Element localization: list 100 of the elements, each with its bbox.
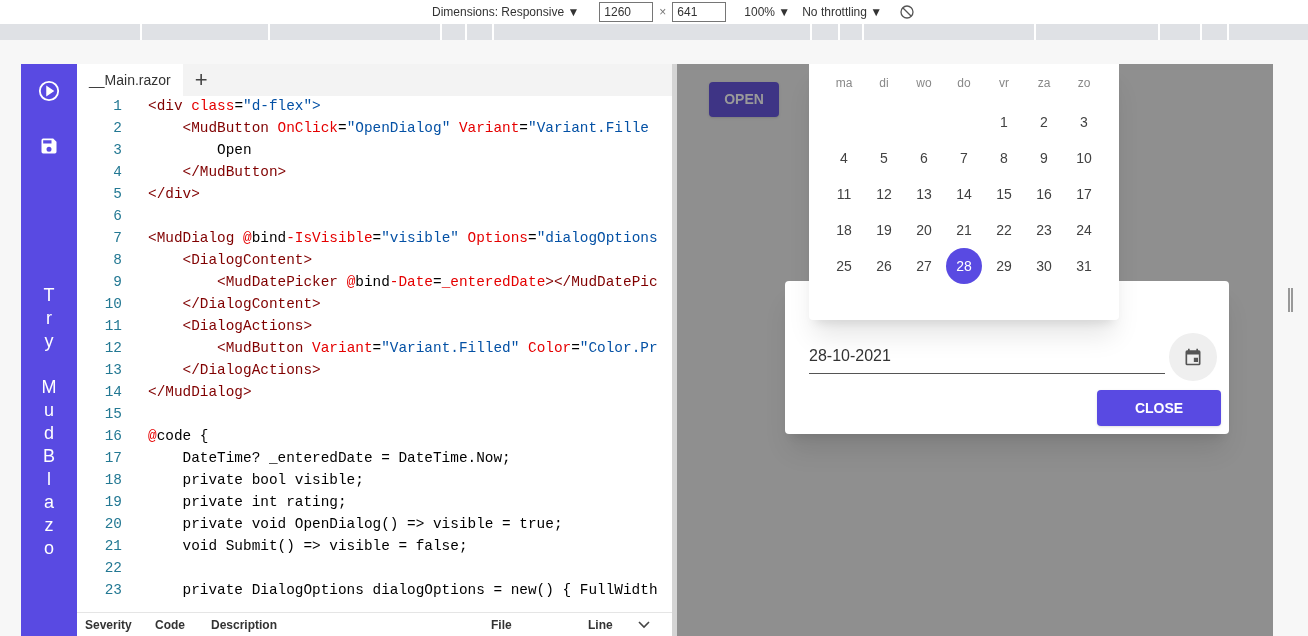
height-input[interactable]: 641	[672, 2, 727, 22]
column-header: Description	[211, 616, 278, 634]
line-number: 11	[103, 317, 122, 337]
line-number: 1	[112, 97, 122, 117]
column-header: Line	[588, 616, 614, 634]
calendar-day[interactable]: 25	[826, 248, 862, 284]
line-number: 2	[112, 119, 122, 139]
calendar-day[interactable]: 4	[826, 140, 862, 176]
line-number: 6	[112, 207, 122, 227]
date-input[interactable]: 28-10-2021	[809, 341, 1165, 374]
calendar-day[interactable]: 14	[946, 176, 982, 212]
weekday-label: wo	[915, 75, 933, 92]
calendar-day[interactable]: 21	[946, 212, 982, 248]
chevron-down-icon[interactable]	[638, 620, 650, 629]
line-number: 19	[103, 493, 122, 513]
throttling-dropdown[interactable]: No throttling ▼	[802, 3, 883, 21]
line-number: 3	[112, 141, 122, 161]
dimensions-dropdown[interactable]: Dimensions: Responsive ▼	[432, 3, 580, 21]
calendar-day[interactable]: 17	[1066, 176, 1102, 212]
calendar-button[interactable]	[1169, 333, 1217, 381]
line-number: 9	[112, 273, 122, 293]
calendar-day[interactable]: 19	[866, 212, 902, 248]
play-icon[interactable]	[38, 80, 60, 102]
calendar-day[interactable]: 11	[826, 176, 862, 212]
column-header: File	[491, 616, 513, 634]
calendar-day[interactable]: 3	[1066, 104, 1102, 140]
line-number: 13	[103, 361, 122, 381]
calendar-day[interactable]: 1	[986, 104, 1022, 140]
calendar-icon	[1183, 347, 1203, 367]
calendar-day[interactable]: 16	[1026, 176, 1062, 212]
line-number: 8	[112, 251, 122, 271]
code-line: <MudButton Variant="Variant.Filled" Color="Color.Pr	[216, 339, 658, 359]
open-button[interactable]: OPEN	[709, 82, 779, 117]
file-tab[interactable]: __Main.razor	[77, 64, 183, 96]
calendar-day[interactable]: 8	[986, 140, 1022, 176]
line-number: 20	[103, 515, 122, 535]
rotate-icon[interactable]	[900, 5, 915, 19]
calendar-day[interactable]: 2	[1026, 104, 1062, 140]
code-line: <MudDialog @bind-IsVisible="visible" Options="dialogOptions	[148, 229, 658, 249]
save-icon[interactable]	[39, 136, 59, 156]
width-input[interactable]: 1260	[599, 2, 654, 22]
code-line: <div class="d-flex">	[148, 97, 321, 117]
code-line: </div>	[148, 185, 200, 205]
code-line: </DialogActions>	[181, 361, 321, 381]
weekday-label: do	[956, 75, 972, 92]
calendar-day[interactable]: 18	[826, 212, 862, 248]
code-line: DateTime? _enteredDate = DateTime.Now;	[181, 449, 511, 469]
column-header: Code	[155, 616, 186, 634]
line-number: 10	[103, 295, 122, 315]
calendar-day[interactable]: 29	[986, 248, 1022, 284]
times-sign: ×	[659, 4, 667, 21]
line-number: 5	[112, 185, 122, 205]
calendar-day[interactable]: 26	[866, 248, 902, 284]
calendar-day[interactable]: 20	[906, 212, 942, 248]
calendar-day[interactable]: 7	[946, 140, 982, 176]
line-number: 14	[103, 383, 122, 403]
close-button[interactable]: CLOSE	[1097, 390, 1221, 426]
calendar-day[interactable]: 6	[906, 140, 942, 176]
weekday-label: di	[878, 75, 890, 92]
resize-handle[interactable]	[1288, 288, 1293, 312]
calendar-day[interactable]: 27	[906, 248, 942, 284]
calendar-day[interactable]: 15	[986, 176, 1022, 212]
calendar-day[interactable]: 5	[866, 140, 902, 176]
vertical-title: Try MudBlazo	[41, 284, 57, 560]
line-number: 21	[103, 537, 122, 557]
line-number: 15	[103, 405, 122, 425]
code-line: <MudButton OnClick="OpenDialog" Variant="Variant.Fille	[181, 119, 649, 139]
code-line: private void OpenDialog() => visible = true;	[181, 515, 563, 535]
calendar-day[interactable]: 10	[1066, 140, 1102, 176]
code-line: private DialogOptions dialogOptions = new() { FullWidth	[181, 581, 658, 601]
calendar-day[interactable]: 13	[906, 176, 942, 212]
code-line: <DialogActions>	[181, 317, 313, 337]
zoom-dropdown[interactable]: 100% ▼	[744, 3, 791, 21]
code-line: </DialogContent>	[181, 295, 321, 315]
line-number: 17	[103, 449, 122, 469]
weekday-label: zo	[1076, 75, 1092, 92]
code-line: <DialogContent>	[181, 251, 313, 271]
calendar-day[interactable]: 31	[1066, 248, 1102, 284]
calendar-day[interactable]: 30	[1026, 248, 1062, 284]
weekday-label: vr	[998, 75, 1010, 92]
calendar-day[interactable]: 9	[1026, 140, 1062, 176]
line-number: 23	[103, 581, 122, 601]
line-number: 4	[112, 163, 122, 183]
weekday-label: ma	[834, 75, 854, 92]
weekday-label: za	[1036, 75, 1052, 92]
code-line: @code {	[148, 427, 209, 447]
code-line: Open	[216, 141, 252, 161]
calendar-day[interactable]: 12	[866, 176, 902, 212]
line-number: 16	[103, 427, 122, 447]
calendar-day[interactable]: 24	[1066, 212, 1102, 248]
calendar-day[interactable]: 23	[1026, 212, 1062, 248]
calendar-day[interactable]: 22	[986, 212, 1022, 248]
code-line: void Submit() => visible = false;	[181, 537, 468, 557]
code-line: private int rating;	[181, 493, 347, 513]
code-line: private bool visible;	[181, 471, 364, 491]
line-number: 7	[112, 229, 122, 249]
calendar-day[interactable]: 28	[946, 248, 982, 284]
line-number: 18	[103, 471, 122, 491]
add-tab-button[interactable]: +	[194, 69, 208, 91]
column-header: Severity	[85, 616, 133, 634]
